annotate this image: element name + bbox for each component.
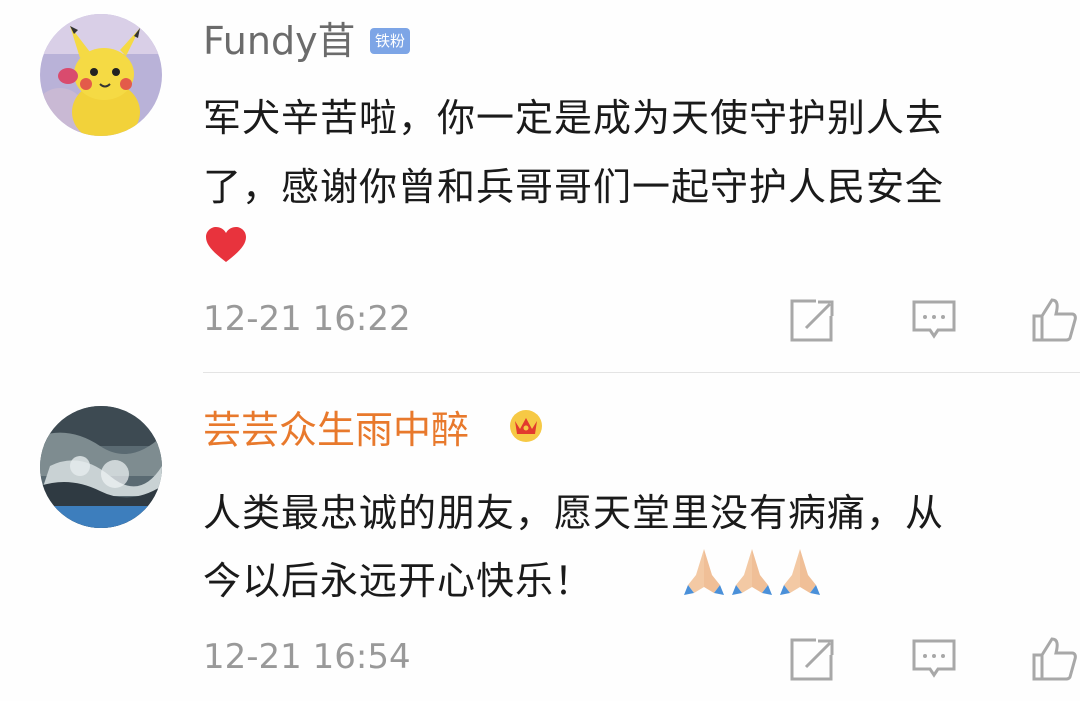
crown-icon: [510, 410, 542, 442]
avatar[interactable]: [40, 406, 162, 528]
avatar-landscape-image: [40, 406, 162, 528]
comment-item: 芸芸众生雨中醉 人类最忠诚的朋友，愿天堂里没有病痛，从 今以后永远开心快乐！ 1…: [0, 373, 1080, 701]
share-icon[interactable]: [788, 296, 836, 344]
comment-text-line: 人类最忠诚的朋友，愿天堂里没有病痛，从: [203, 491, 945, 535]
comment-text-line: 今以后永远开心快乐！: [203, 559, 594, 603]
comment-text-line: 了，感谢你曾和兵哥哥们一起守护人民安全: [203, 165, 945, 209]
avatar-pikachu-image: [40, 14, 162, 136]
comment-item: Fundy苜 铁粉 军犬辛苦啦，你一定是成为天使守护别人去 了，感谢你曾和兵哥哥…: [0, 0, 1080, 373]
folded-hands-icon: [684, 549, 724, 595]
folded-hands-icon: [732, 549, 772, 595]
username[interactable]: 芸芸众生雨中醉: [203, 407, 469, 453]
avatar[interactable]: [40, 14, 162, 136]
heart-icon: [206, 227, 246, 262]
folded-hands-icon: [780, 549, 820, 595]
comment-text-line: 军犬辛苦啦，你一定是成为天使守护别人去: [203, 96, 945, 140]
like-icon[interactable]: [1030, 635, 1078, 683]
username[interactable]: Fundy苜: [203, 18, 356, 64]
fan-badge: 铁粉: [370, 28, 411, 54]
timestamp: 12-21 16:22: [203, 299, 411, 339]
comment-list: Fundy苜 铁粉 军犬辛苦啦，你一定是成为天使守护别人去 了，感谢你曾和兵哥哥…: [0, 0, 1080, 701]
share-icon[interactable]: [788, 635, 836, 683]
comment-icon[interactable]: [910, 296, 958, 344]
comment-icon[interactable]: [910, 635, 958, 683]
like-icon[interactable]: [1030, 296, 1078, 344]
timestamp: 12-21 16:54: [203, 637, 411, 677]
